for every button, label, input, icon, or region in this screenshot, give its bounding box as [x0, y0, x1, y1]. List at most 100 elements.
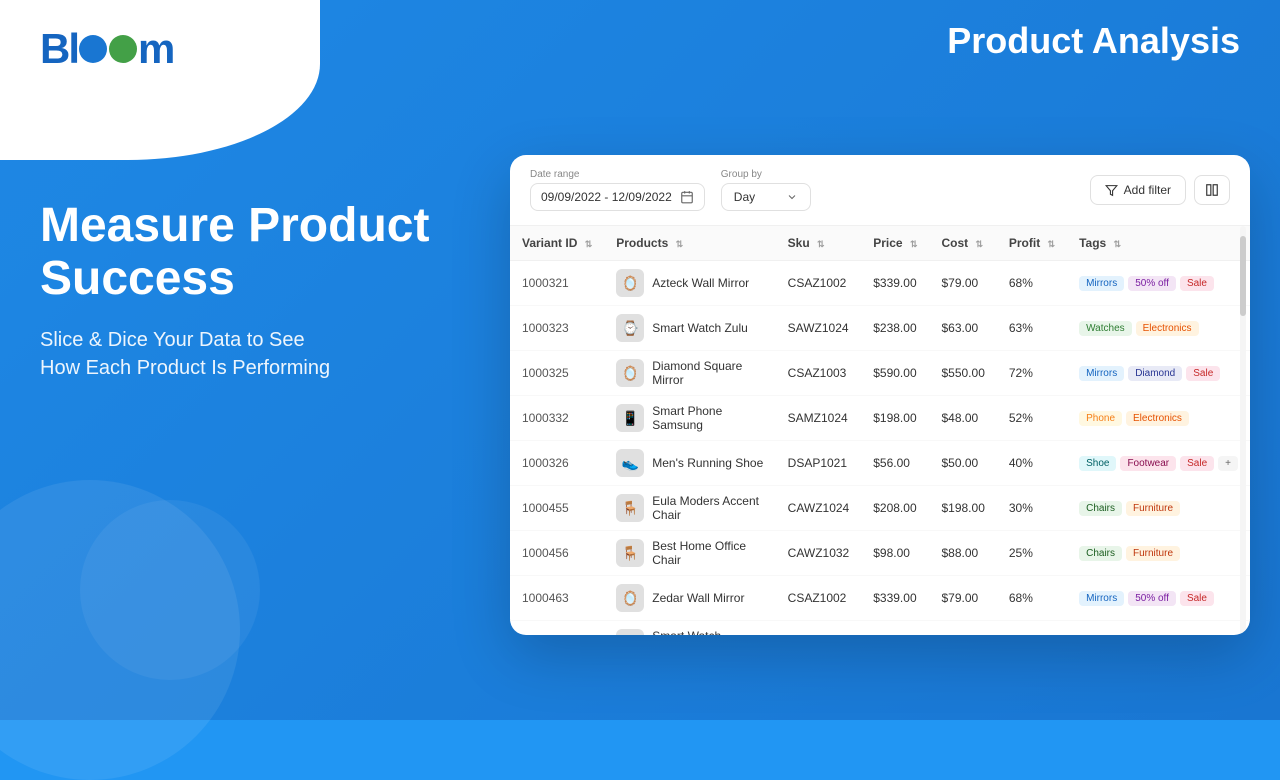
cell-price: $590.00: [861, 351, 929, 396]
cell-price: $208.00: [861, 486, 929, 531]
cell-tags: Mirrors50% offSale: [1067, 576, 1250, 621]
hero-headline: Measure Product Success: [40, 200, 480, 306]
tag-badge: Electronics: [1126, 411, 1189, 426]
cell-tags: WatchesElectronics: [1067, 621, 1250, 636]
col-products: Products ⇅: [604, 226, 775, 261]
product-thumbnail: 🪑: [616, 494, 644, 522]
cell-sku: DSAP1021: [776, 441, 862, 486]
scrollbar-thumb[interactable]: [1240, 236, 1246, 316]
circle-decoration-2: [80, 500, 260, 680]
cell-profit: 63%: [997, 621, 1067, 636]
cell-cost: $88.00: [929, 531, 996, 576]
cell-profit: 63%: [997, 306, 1067, 351]
columns-button[interactable]: [1194, 175, 1230, 205]
cell-profit: 68%: [997, 261, 1067, 306]
cell-cost: $63.00: [929, 306, 996, 351]
calendar-icon: [680, 190, 694, 204]
cell-sku: SAWZ1024: [776, 306, 862, 351]
data-panel: Date range 09/09/2022 - 12/09/2022 Group…: [510, 155, 1250, 635]
sort-icon-variant: ⇅: [585, 239, 593, 250]
scrollbar-track[interactable]: [1240, 226, 1246, 635]
logo-letter-b: Bl: [40, 28, 78, 70]
columns-icon: [1205, 183, 1219, 197]
cell-product: 👟Men's Running Shoe: [604, 441, 775, 486]
tag-badge: Furniture: [1126, 501, 1180, 516]
date-range-input[interactable]: 09/09/2022 - 12/09/2022: [530, 183, 705, 211]
cell-tags: PhoneElectronics: [1067, 396, 1250, 441]
sort-icon-tags: ⇅: [1114, 239, 1122, 250]
cell-product: 🪞Zedar Wall Mirror: [604, 576, 775, 621]
group-by-select[interactable]: Day: [721, 183, 811, 211]
logo-circle-green: [109, 35, 137, 63]
table-container: Variant ID ⇅ Products ⇅ Sku ⇅ Price ⇅ Co…: [510, 226, 1250, 635]
table-body: 1000321🪞Azteck Wall MirrorCSAZ1002$339.0…: [510, 261, 1250, 636]
cell-price: $98.00: [861, 531, 929, 576]
table-row: 1000482⌚Smart Watch SamsungSAWZ1024$238.…: [510, 621, 1250, 636]
table-header-row: Variant ID ⇅ Products ⇅ Sku ⇅ Price ⇅ Co…: [510, 226, 1250, 261]
cell-profit: 68%: [997, 576, 1067, 621]
tag-badge: Watches: [1079, 321, 1132, 336]
cell-product: 🪞Azteck Wall Mirror: [604, 261, 775, 306]
cell-tags: ShoeFootwearSale+: [1067, 441, 1250, 486]
tag-badge: 50% off: [1128, 591, 1176, 606]
cell-profit: 30%: [997, 486, 1067, 531]
group-by-label: Group by: [721, 169, 811, 180]
hero-headline-line1: Measure Product: [40, 199, 429, 252]
cell-product: 🪑 Eula Moders Accent Chair: [604, 486, 775, 531]
toolbar: Date range 09/09/2022 - 12/09/2022 Group…: [510, 155, 1250, 226]
tag-badge: Sale: [1186, 366, 1220, 381]
sort-icon-cost: ⇅: [975, 239, 983, 250]
cell-sku: SAWZ1024: [776, 621, 862, 636]
hero-section: Measure Product Success Slice & Dice You…: [40, 200, 480, 382]
cell-price: $198.00: [861, 396, 929, 441]
tag-badge: Mirrors: [1079, 591, 1124, 606]
cell-profit: 40%: [997, 441, 1067, 486]
cell-price: $238.00: [861, 621, 929, 636]
cell-variant-id: 1000325: [510, 351, 604, 396]
table-row: 1000321🪞Azteck Wall MirrorCSAZ1002$339.0…: [510, 261, 1250, 306]
cell-tags: WatchesElectronics: [1067, 306, 1250, 351]
table-row: 1000455🪑Eula Moders Accent ChairCAWZ1024…: [510, 486, 1250, 531]
cell-variant-id: 1000455: [510, 486, 604, 531]
hero-subtext-line2: How Each Product Is Performing: [40, 357, 330, 379]
table-row: 1000326👟Men's Running ShoeDSAP1021$56.00…: [510, 441, 1250, 486]
logo-letter-m: m: [138, 28, 173, 70]
tag-badge: Furniture: [1126, 546, 1180, 561]
product-table: Variant ID ⇅ Products ⇅ Sku ⇅ Price ⇅ Co…: [510, 226, 1250, 635]
tag-badge: Chairs: [1079, 501, 1122, 516]
group-by-value: Day: [734, 190, 755, 204]
cell-cost: $79.00: [929, 261, 996, 306]
table-row: 1000456🪑Best Home Office ChairCAWZ1032$9…: [510, 531, 1250, 576]
cell-sku: CSAZ1003: [776, 351, 862, 396]
product-name: Azteck Wall Mirror: [652, 276, 749, 290]
cell-sku: CAWZ1032: [776, 531, 862, 576]
cell-profit: 25%: [997, 531, 1067, 576]
cell-tags: MirrorsDiamondSale: [1067, 351, 1250, 396]
col-cost: Cost ⇅: [929, 226, 996, 261]
cell-sku: CSAZ1002: [776, 576, 862, 621]
tag-badge: Sale: [1180, 276, 1214, 291]
cell-price: $56.00: [861, 441, 929, 486]
cell-cost: $79.00: [929, 576, 996, 621]
logo-circle-blue: [79, 35, 107, 63]
tag-badge: Sale: [1180, 456, 1214, 471]
product-thumbnail: 📱: [616, 404, 644, 432]
product-name: Eula Moders Accent Chair: [652, 494, 763, 522]
tag-badge: Shoe: [1079, 456, 1116, 471]
cell-sku: SAMZ1024: [776, 396, 862, 441]
product-name: Smart Watch Samsung: [652, 629, 763, 635]
sort-icon-price: ⇅: [910, 239, 918, 250]
cell-profit: 52%: [997, 396, 1067, 441]
cell-tags: Mirrors50% offSale: [1067, 261, 1250, 306]
cell-sku: CSAZ1002: [776, 261, 862, 306]
add-filter-button[interactable]: Add filter: [1090, 175, 1186, 205]
cell-cost: $550.00: [929, 351, 996, 396]
cell-product: 🪞Diamond Square Mirror: [604, 351, 775, 396]
product-thumbnail: 🪞: [616, 359, 644, 387]
date-range-group: Date range 09/09/2022 - 12/09/2022: [530, 169, 705, 211]
chevron-down-icon: [786, 191, 798, 203]
filter-icon: [1105, 184, 1118, 197]
sort-icon-products: ⇅: [676, 239, 684, 250]
cell-price: $339.00: [861, 576, 929, 621]
col-variant-id: Variant ID ⇅: [510, 226, 604, 261]
